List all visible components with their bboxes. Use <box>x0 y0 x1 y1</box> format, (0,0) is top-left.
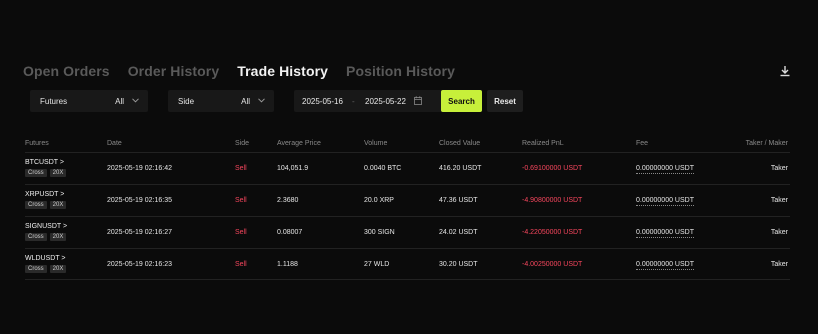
trade-side: Sell <box>235 165 247 172</box>
symbol-link[interactable]: XRPUSDT > <box>25 191 64 198</box>
search-button[interactable]: Search <box>441 90 482 112</box>
header-average-price: Average Price <box>277 140 321 147</box>
table-row: SIGNUSDT > Cross 20X 2025-05-19 02:16:27… <box>25 216 790 248</box>
trade-date: 2025-05-19 02:16:27 <box>107 229 172 236</box>
header-fee: Fee <box>636 140 649 147</box>
history-tabs: Open Orders Order History Trade History … <box>23 63 455 79</box>
futures-select-label: Futures <box>40 96 68 106</box>
table-row: BTCUSDT > Cross 20X 2025-05-19 02:16:42 … <box>25 152 790 184</box>
tab-open-orders[interactable]: Open Orders <box>23 63 110 79</box>
average-price: 1.1188 <box>277 261 298 268</box>
closed-value: 24.02 USDT <box>439 229 478 236</box>
fee-value[interactable]: 0.00000000 USDT <box>636 165 694 174</box>
trade-date: 2025-05-19 02:16:42 <box>107 165 172 172</box>
margin-mode-badge: Cross <box>25 169 47 177</box>
trade-date: 2025-05-19 02:16:35 <box>107 197 172 204</box>
symbol-link[interactable]: BTCUSDT > <box>25 159 64 166</box>
trade-side: Sell <box>235 261 247 268</box>
realized-pnl: -4.90800000 USDT <box>522 197 583 204</box>
tab-position-history[interactable]: Position History <box>346 63 455 79</box>
trade-side: Sell <box>235 229 247 236</box>
margin-badges: Cross 20X <box>25 233 67 241</box>
leverage-badge: 20X <box>49 169 67 177</box>
volume: 27 WLD <box>364 261 390 268</box>
table-header: Futures Date Side Average Price Volume C… <box>25 137 790 151</box>
calendar-icon <box>414 96 422 105</box>
closed-value: 47.36 USDT <box>439 197 478 204</box>
average-price: 0.08007 <box>277 229 303 236</box>
taker-maker: Taker <box>770 261 788 268</box>
fee-value[interactable]: 0.00000000 USDT <box>636 197 694 206</box>
fee-value[interactable]: 0.00000000 USDT <box>636 229 694 238</box>
taker-maker: Taker <box>770 197 788 204</box>
margin-badges: Cross 20X <box>25 169 67 177</box>
side-select-value: All <box>241 96 250 106</box>
date-to[interactable]: 2025-05-22 <box>365 97 406 106</box>
symbol-link[interactable]: WLDUSDT > <box>25 255 66 262</box>
closed-value: 416.20 USDT <box>439 165 482 172</box>
chevron-down-icon <box>258 98 265 103</box>
volume: 20.0 XRP <box>364 197 394 204</box>
date-separator: - <box>352 97 355 106</box>
taker-maker: Taker <box>770 229 788 236</box>
header-futures: Futures <box>25 140 49 147</box>
header-closed-value: Closed Value <box>439 140 481 147</box>
average-price: 104,051.9 <box>277 165 309 172</box>
leverage-badge: 20X <box>49 265 67 273</box>
date-from[interactable]: 2025-05-16 <box>302 97 343 106</box>
chevron-down-icon <box>132 98 139 103</box>
date-range-picker[interactable]: 2025-05-16 - 2025-05-22 <box>294 90 460 112</box>
header-volume: Volume <box>364 140 388 147</box>
tab-order-history[interactable]: Order History <box>128 63 220 79</box>
margin-mode-badge: Cross <box>25 201 47 209</box>
table-row: XRPUSDT > Cross 20X 2025-05-19 02:16:35 … <box>25 184 790 216</box>
realized-pnl: -4.00250000 USDT <box>522 261 583 268</box>
side-select-label: Side <box>178 96 195 106</box>
margin-badges: Cross 20X <box>25 265 67 273</box>
leverage-badge: 20X <box>49 233 67 241</box>
header-realized-pnl: Realized PnL <box>522 140 564 147</box>
header-side: Side <box>235 140 250 147</box>
average-price: 2.3680 <box>277 197 299 204</box>
taker-maker: Taker <box>770 165 788 172</box>
realized-pnl: -4.22050000 USDT <box>522 229 583 236</box>
trade-date: 2025-05-19 02:16:23 <box>107 261 172 268</box>
futures-select[interactable]: Futures All <box>30 90 148 112</box>
header-taker-maker: Taker / Maker <box>745 140 788 147</box>
volume: 300 SIGN <box>364 229 395 236</box>
symbol-link[interactable]: SIGNUSDT > <box>25 223 67 230</box>
tab-trade-history[interactable]: Trade History <box>237 63 328 79</box>
table-divider <box>25 279 790 280</box>
header-date: Date <box>107 140 122 147</box>
side-select[interactable]: Side All <box>168 90 274 112</box>
fee-value[interactable]: 0.00000000 USDT <box>636 261 694 270</box>
margin-mode-badge: Cross <box>25 265 47 273</box>
leverage-badge: 20X <box>49 201 67 209</box>
margin-badges: Cross 20X <box>25 201 67 209</box>
futures-select-value: All <box>115 96 124 106</box>
trade-side: Sell <box>235 197 247 204</box>
realized-pnl: -0.69100000 USDT <box>522 165 583 172</box>
closed-value: 30.20 USDT <box>439 261 478 268</box>
margin-mode-badge: Cross <box>25 233 47 241</box>
reset-button[interactable]: Reset <box>487 90 523 112</box>
download-icon[interactable] <box>778 64 792 78</box>
volume: 0.0040 BTC <box>364 165 402 172</box>
table-row: WLDUSDT > Cross 20X 2025-05-19 02:16:23 … <box>25 248 790 280</box>
